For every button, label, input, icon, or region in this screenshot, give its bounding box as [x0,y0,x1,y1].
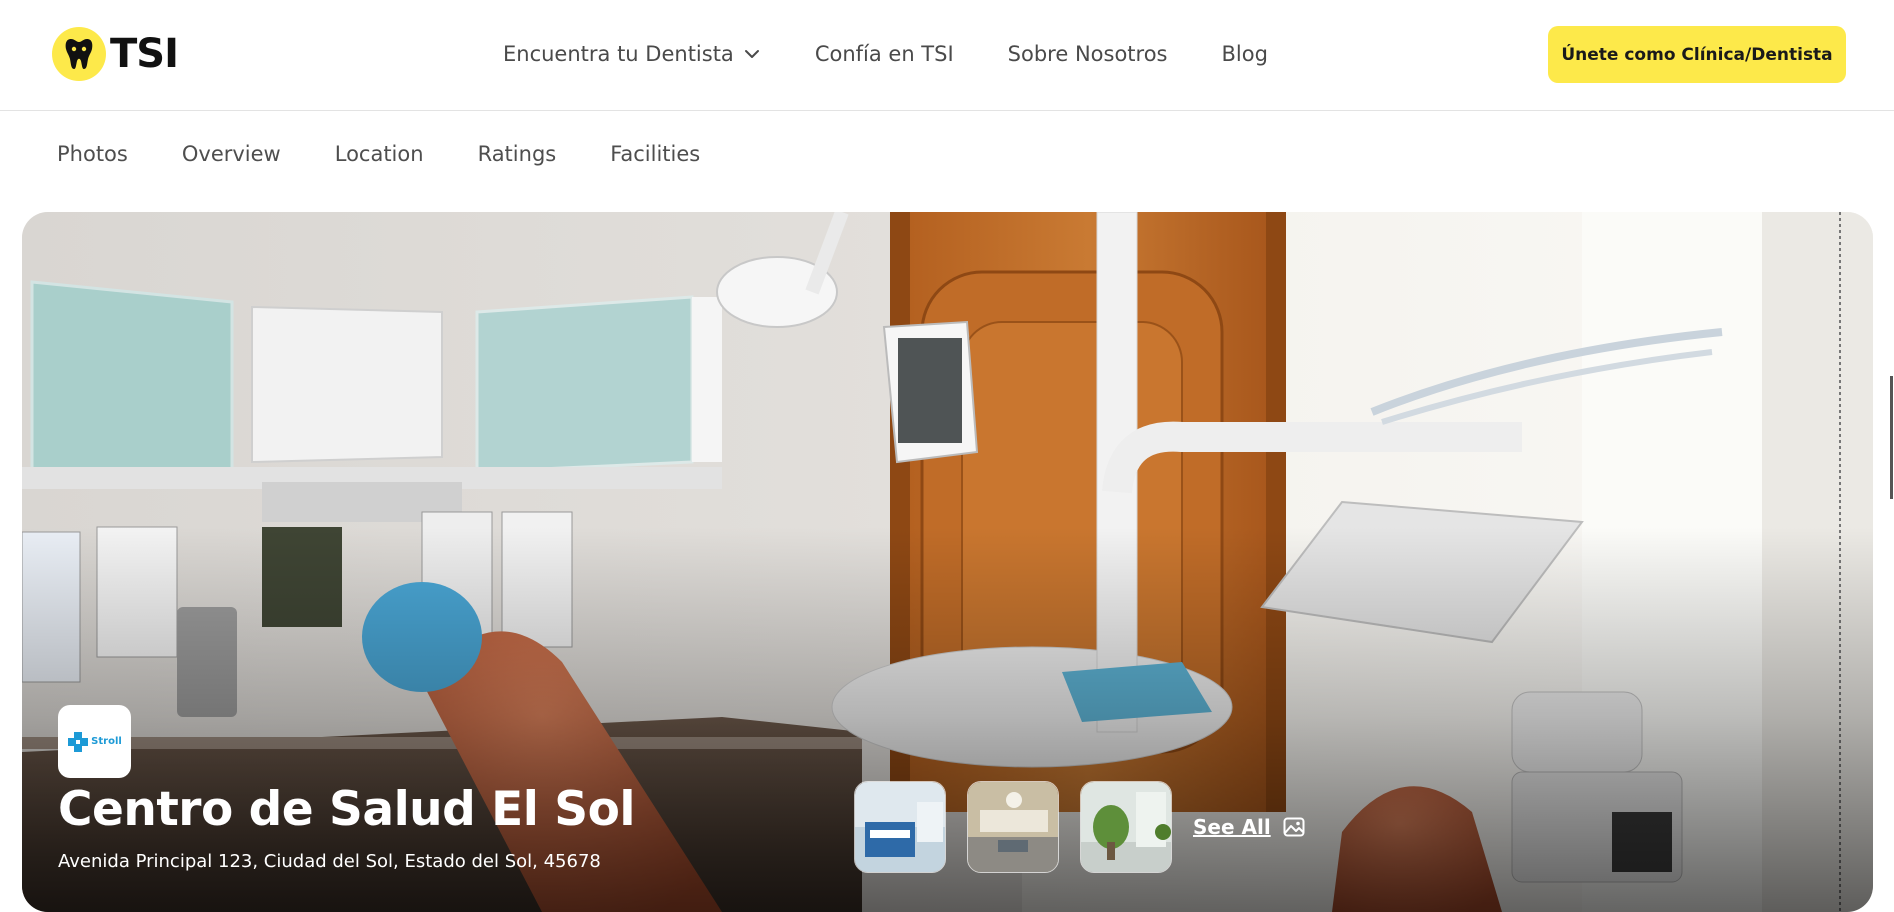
thumbnail-reception[interactable] [854,781,946,873]
nav-find-dentist[interactable]: Encuentra tu Dentista [503,42,761,66]
clinic-logo-text: Stroll [91,736,122,747]
main-nav: Encuentra tu Dentista Confía en TSI Sobr… [503,0,1322,108]
thumbnail-lobby-plant[interactable] [1080,781,1172,873]
tooth-icon [52,27,106,81]
thumbnail-operating-room[interactable] [967,781,1059,873]
tab-overview[interactable]: Overview [182,142,281,166]
page-scrollbar[interactable] [1890,376,1893,499]
section-tabs: Photos Overview Location Ratings Facilit… [57,132,754,176]
nav-trust-tsi[interactable]: Confía en TSI [815,42,954,66]
tab-facilities[interactable]: Facilities [610,142,700,166]
photo-thumbnails: See All [854,781,1305,873]
chevron-down-icon [743,48,761,60]
clinic-name: Centro de Salud El Sol [58,782,635,837]
see-all-photos-button[interactable]: See All [1193,815,1305,839]
image-icon [1283,817,1305,837]
see-all-label: See All [1193,815,1271,839]
nav-find-dentist-label: Encuentra tu Dentista [503,42,734,66]
tab-location[interactable]: Location [335,142,424,166]
join-clinic-button[interactable]: Únete como Clínica/Dentista [1548,26,1846,83]
tab-ratings[interactable]: Ratings [478,142,557,166]
clinic-hero: Stroll Centro de Salud El Sol Avenida Pr… [22,212,1873,912]
medical-cross-icon [68,731,89,752]
clinic-address: Avenida Principal 123, Ciudad del Sol, E… [58,851,601,872]
logo-text: TSI [110,31,179,77]
tab-photos[interactable]: Photos [57,142,128,166]
nav-blog[interactable]: Blog [1222,42,1268,66]
clinic-logo: Stroll [58,705,131,778]
tsi-logo[interactable]: TSI [52,27,179,81]
site-header: TSI Encuentra tu Dentista Confía en TSI … [0,0,1894,111]
nav-about-us[interactable]: Sobre Nosotros [1008,42,1168,66]
